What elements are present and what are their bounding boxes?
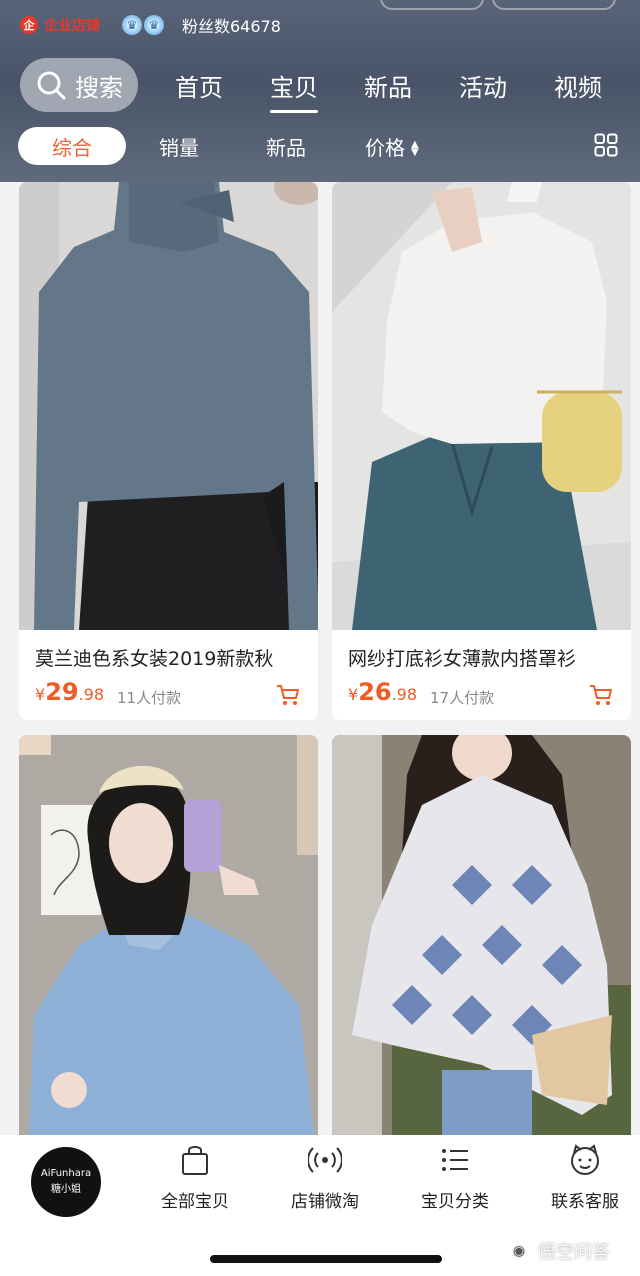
product-title[interactable]: 网纱打底衫女薄款内搭罩衫 [348,644,576,671]
product-title[interactable]: 莫兰迪色系女装2019新款秋 [35,644,273,671]
shop-info-row: 企 企业店铺 ♛ ♛ 粉丝数64678 [20,12,281,38]
bottom-item-label: 全部宝贝 [161,1192,229,1212]
crown-icon: ♛ [122,15,142,35]
bottom-item-label: 店铺微淘 [291,1192,359,1212]
search-button[interactable]: 搜索 [20,58,138,112]
filter-new[interactable]: 新品 [266,132,306,161]
product-card[interactable] [19,735,318,1135]
search-label: 搜索 [75,73,123,102]
shopping-bag-icon [182,1146,208,1175]
crown-icon: ♛ [144,15,164,35]
product-price: ¥26.98 [348,678,417,706]
product-card[interactable]: 莫兰迪色系女装2019新款秋 ¥29.98 11人付款 [19,182,318,720]
sold-count: 17人付款 [430,689,495,707]
sort-arrows-icon: ▲ ▼ [411,139,419,158]
product-photo[interactable] [19,182,318,630]
watermark: ◉ 悟空问答 [506,1238,610,1264]
filter-sales[interactable]: 销量 [159,132,199,161]
tab-activity[interactable]: 活动 [459,68,507,103]
price-decimal: .98 [78,685,105,704]
bottom-customer-service[interactable]: 联系客服 [530,1143,640,1212]
price-main: 29 [45,678,79,706]
tab-home[interactable]: 首页 [175,68,223,103]
bottom-all-products[interactable]: 全部宝贝 [140,1143,250,1212]
filter-price-label: 价格 [365,135,405,160]
bottom-shop-feed[interactable]: 店铺微淘 [270,1143,380,1212]
shop-avatar[interactable]: AiFunhara 糖小姐 [31,1147,101,1217]
filter-price[interactable]: 价格 ▲ ▼ [365,132,419,161]
tab-video[interactable]: 视频 [554,68,602,103]
cart-icon[interactable] [588,682,614,708]
bottom-categories[interactable]: 宝贝分类 [400,1143,510,1212]
cart-icon[interactable] [275,682,301,708]
shop-header: 企 企业店铺 ♛ ♛ 粉丝数64678 搜索 首页 宝贝 新品 活动 视频 综合… [0,0,640,182]
grid-view-icon[interactable] [594,133,618,157]
enterprise-shop-badge: 企 企业店铺 [20,15,100,35]
product-photo[interactable] [332,182,631,630]
bottom-item-label: 宝贝分类 [421,1192,489,1212]
home-indicator[interactable] [210,1255,442,1263]
avatar-name: 糖小姐 [51,1184,81,1195]
price-decimal: .98 [391,685,418,704]
search-icon [37,71,66,100]
product-photo[interactable] [19,735,318,1135]
product-photo[interactable] [332,735,631,1135]
bottom-item-label: 联系客服 [551,1192,619,1212]
header-decoration [380,0,484,10]
shop-nav: 搜索 首页 宝贝 新品 活动 视频 [20,58,620,112]
fans-count: 粉丝数64678 [182,17,281,36]
tab-new[interactable]: 新品 [364,68,412,103]
avatar-brand: AiFunhara [40,1168,92,1179]
broadcast-icon [308,1147,342,1173]
shop-logo-icon: 企 [20,16,38,34]
price-main: 26 [358,678,392,706]
price-symbol: ¥ [35,685,46,704]
product-card[interactable]: 网纱打底衫女薄款内搭罩衫 ¥26.98 17人付款 [332,182,631,720]
header-decoration [492,0,616,10]
filter-overall[interactable]: 综合 [18,127,126,165]
shop-level-crowns: ♛ ♛ [122,15,164,35]
wukong-logo-icon: ◉ [506,1238,532,1264]
shop-badge-label: 企业店铺 [44,18,100,34]
customer-service-icon [571,1144,599,1175]
tab-products[interactable]: 宝贝 [270,68,318,103]
product-price: ¥29.98 [35,678,104,706]
sold-count: 11人付款 [117,689,182,707]
list-icon [442,1149,468,1171]
filter-bar: 综合 销量 新品 价格 ▲ ▼ [18,126,622,166]
price-symbol: ¥ [348,685,359,704]
watermark-text: 悟空问答 [538,1242,610,1263]
product-card[interactable] [332,735,631,1135]
